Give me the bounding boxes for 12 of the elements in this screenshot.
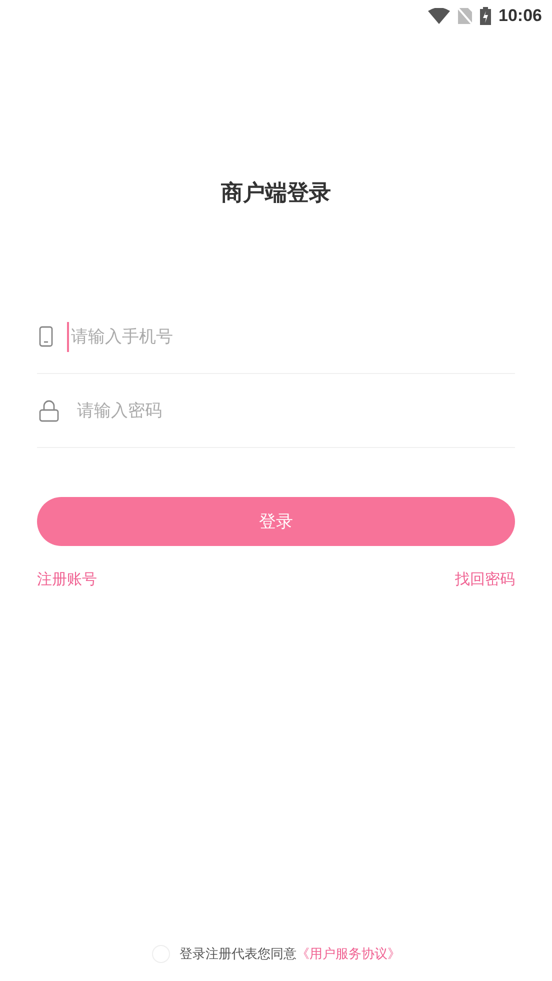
status-time: 10:06	[498, 6, 542, 26]
agreement-text: 登录注册代表您同意《用户服务协议》	[180, 946, 400, 963]
text-link[interactable]: 找回密码	[455, 570, 515, 589]
no-sim-icon	[458, 8, 472, 24]
phone-icon	[39, 326, 53, 347]
wifi-icon	[428, 8, 450, 24]
login-button[interactable]: 登录	[37, 497, 515, 546]
battery-icon	[480, 7, 491, 25]
text-link[interactable]: 注册账号	[37, 570, 97, 589]
lock-icon	[39, 400, 59, 422]
agreement-link[interactable]: 《用户服务协议》	[296, 947, 400, 962]
page-title: 商户端登录	[220, 180, 332, 208]
